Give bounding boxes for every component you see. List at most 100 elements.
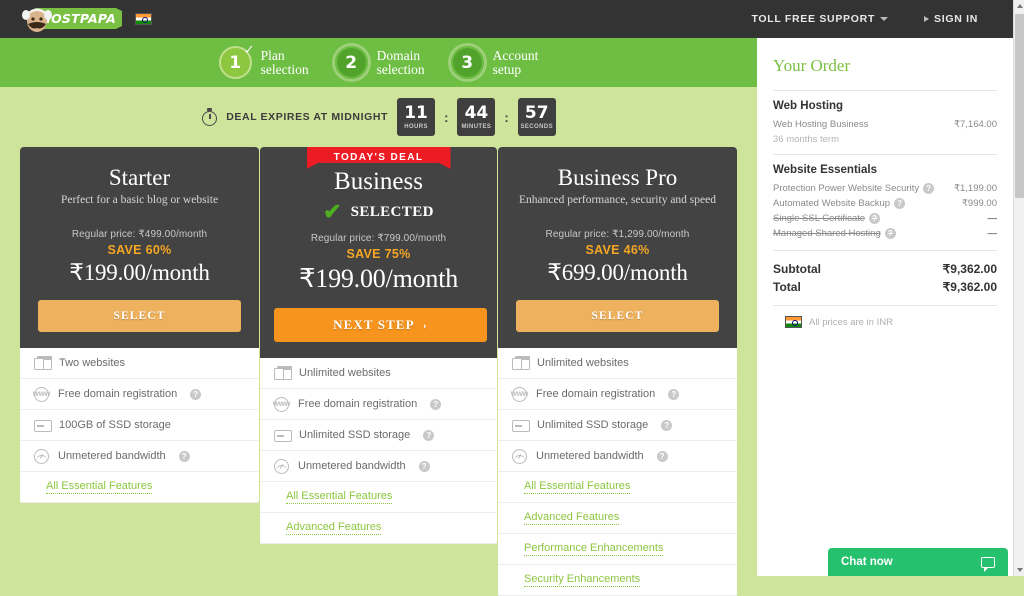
india-flag-icon <box>135 13 152 25</box>
countdown-seconds: 57 SECONDS <box>517 98 556 136</box>
help-icon[interactable]: ? <box>661 419 673 431</box>
subtotal-label: Subtotal <box>773 262 821 276</box>
feature-row: Unmetered bandwidth ? <box>498 441 737 472</box>
order-item-value: ₹1,199.00 <box>953 183 997 194</box>
help-icon[interactable]: ? <box>418 460 430 472</box>
help-icon[interactable]: ? <box>423 429 435 441</box>
help-icon[interactable]: ? <box>430 398 442 410</box>
all-essential-features-link[interactable]: All Essential Features <box>524 480 631 494</box>
top-navigation: TOLL FREE SUPPORT SIGN IN <box>751 13 1024 25</box>
chevron-right-icon: › <box>422 317 428 332</box>
feature-label: 100GB of SSD storage <box>59 419 171 431</box>
bandwidth-icon <box>274 458 289 474</box>
plan-card-business: TODAY'S DEAL Business ✔ SELECTED Regular… <box>260 147 497 596</box>
step-3-circle: 3 <box>450 46 484 79</box>
starter-features: Two websites WWW Free domain registratio… <box>20 348 259 503</box>
scrollbar-thumb[interactable] <box>1015 14 1024 198</box>
ssd-storage-icon <box>34 418 52 432</box>
advanced-features-link[interactable]: Advanced Features <box>524 511 620 525</box>
step-plan-selection[interactable]: 1 ✓ Plan selection <box>218 44 309 79</box>
feature-row: Unlimited SSD storage ? <box>260 420 497 451</box>
order-item-term: 36 months term <box>773 134 839 145</box>
order-title: Your Order <box>773 56 851 75</box>
www-globe-icon: WWW <box>33 386 51 402</box>
order-item-value: — <box>987 228 998 239</box>
advanced-features-link[interactable]: Advanced Features <box>286 521 382 535</box>
logo-area[interactable]: HOSTPAPA <box>0 4 152 34</box>
feature-link-row: Security Enhancements <box>498 565 737 596</box>
help-icon[interactable]: ? <box>923 183 935 194</box>
countdown-hours: 11 HOURS <box>397 98 436 136</box>
order-summary-sidebar: Your Order Web Hosting Web Hosting Busin… <box>757 38 1013 576</box>
step-2-line1: Domain <box>376 47 421 63</box>
help-icon[interactable]: ? <box>869 213 881 224</box>
step-3-label: Account setup <box>492 47 539 77</box>
chat-now-label: Chat now <box>841 556 893 568</box>
todays-deal-ribbon: TODAY'S DEAL <box>306 147 451 169</box>
business-pro-regular-price: Regular price: ₹1,299.00/month <box>545 229 690 240</box>
feature-row: 100GB of SSD storage <box>20 410 259 441</box>
chat-now-widget[interactable]: Chat now <box>828 548 1008 576</box>
countdown-minutes-unit: MINUTES <box>461 123 492 130</box>
business-pro-select-button[interactable]: SELECT <box>516 300 719 332</box>
feature-label: Free domain registration <box>298 398 418 410</box>
feature-label: Unmetered bandwidth <box>536 450 644 462</box>
countdown-separator-1: : <box>444 109 449 125</box>
hostpapa-logo[interactable]: HOSTPAPA <box>18 4 123 34</box>
stopwatch-icon <box>201 108 218 126</box>
business-features: Unlimited websites WWW Free domain regis… <box>260 358 497 544</box>
chat-bubble-icon <box>981 556 995 572</box>
top-header-bar: HOSTPAPA TOLL FREE SUPPORT SIGN IN <box>0 0 1024 38</box>
plan-card-business-pro: Business Pro Enhanced performance, secur… <box>498 147 737 596</box>
step-3-number: 3 <box>461 52 474 73</box>
feature-row: WWW Free domain registration ? <box>498 379 737 410</box>
all-essential-features-link[interactable]: All Essential Features <box>46 480 153 494</box>
step-2-circle: 2 <box>334 46 368 79</box>
sign-in-link[interactable]: SIGN IN <box>924 13 978 25</box>
feature-link-row: All Essential Features <box>20 472 259 503</box>
order-line-item: Managed Shared Hosting ? — <box>773 227 997 240</box>
starter-save-badge: SAVE 60% <box>107 243 172 257</box>
step-1-number: 1 <box>229 52 242 73</box>
business-pro-header: Business Pro Enhanced performance, secur… <box>498 147 737 348</box>
feature-label: Unlimited SSD storage <box>299 429 411 441</box>
feature-row: WWW Free domain registration ? <box>260 389 497 420</box>
currency-note-label: All prices are in INR <box>809 316 893 328</box>
help-icon[interactable]: ? <box>668 388 680 400</box>
help-icon[interactable]: ? <box>884 228 896 239</box>
help-icon[interactable]: ? <box>190 388 202 400</box>
step-1-line2: selection <box>260 61 309 77</box>
order-section-title: Web Hosting <box>773 100 844 112</box>
next-step-button[interactable]: NEXT STEP › <box>274 308 487 342</box>
step-account-setup[interactable]: 3 Account setup <box>450 46 539 79</box>
step-3-line1: Account <box>492 47 539 63</box>
currency-note: All prices are in INR <box>773 305 997 328</box>
order-item-name: Protection Power Website Security <box>773 183 920 194</box>
feature-link-row: Performance Enhancements <box>498 534 737 565</box>
order-line-item: Web Hosting Business ₹7,164.00 <box>773 118 997 131</box>
countdown-hours-value: 11 <box>404 102 428 123</box>
order-line-item: Automated Website Backup ? ₹999.00 <box>773 197 997 210</box>
countdown-seconds-value: 57 <box>524 102 549 123</box>
help-icon[interactable]: ? <box>178 450 190 462</box>
feature-row: Unmetered bandwidth ? <box>260 451 497 482</box>
scroll-down-arrow[interactable] <box>1014 564 1024 576</box>
starter-select-button[interactable]: SELECT <box>38 300 241 332</box>
scroll-up-arrow[interactable] <box>1014 0 1024 12</box>
toll-free-support-menu[interactable]: TOLL FREE SUPPORT <box>751 13 888 25</box>
total-label: Total <box>773 280 801 294</box>
countdown-label-group: DEAL EXPIRES AT MIDNIGHT <box>201 108 388 126</box>
feature-label: Free domain registration <box>536 388 656 400</box>
order-section-website-essentials: Website Essentials Protection Power Webs… <box>773 154 997 250</box>
order-item-name: Managed Shared Hosting <box>773 228 881 239</box>
sign-in-label: SIGN IN <box>934 13 978 25</box>
all-essential-features-link[interactable]: All Essential Features <box>286 490 393 504</box>
page-scrollbar[interactable] <box>1013 0 1024 576</box>
performance-enhancements-link[interactable]: Performance Enhancements <box>524 542 664 556</box>
business-plan-name: Business <box>334 168 423 195</box>
step-domain-selection[interactable]: 2 Domain selection <box>334 46 425 79</box>
step-1-circle: 1 ✓ <box>218 44 255 79</box>
security-enhancements-link[interactable]: Security Enhancements <box>524 573 641 587</box>
help-icon[interactable]: ? <box>656 450 668 462</box>
help-icon[interactable]: ? <box>894 198 906 209</box>
